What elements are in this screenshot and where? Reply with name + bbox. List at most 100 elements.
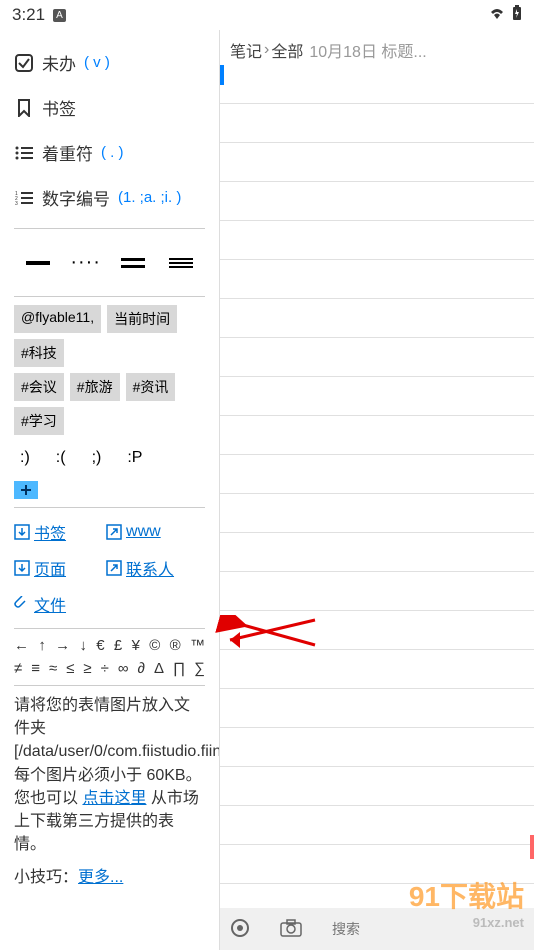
hr-styles-row: ····: [14, 237, 205, 288]
tip-label: 小技巧：: [14, 869, 78, 886]
hr-triple[interactable]: [166, 251, 196, 274]
emoji-smile[interactable]: :): [14, 445, 36, 471]
link-more[interactable]: 更多...: [78, 869, 123, 886]
symbol[interactable]: ≠: [14, 660, 22, 677]
sidebar-item-label: 着重符: [42, 140, 93, 165]
link-page[interactable]: 页面: [14, 556, 66, 580]
symbol-row-2: ≠ ≡ ≈ ≤ ≥ ÷ ∞ ∂ Δ ∏ ∑: [14, 660, 205, 677]
battery-icon: [512, 5, 522, 26]
list-icon: [14, 143, 34, 163]
watermark: 91下载站 91xz.net: [409, 875, 524, 930]
symbol[interactable]: ≤: [66, 660, 74, 677]
link-label: 书签: [34, 520, 66, 544]
active-indicator: [220, 65, 224, 85]
sidebar-item-label: 书签: [42, 95, 76, 120]
link-label: 文件: [34, 592, 66, 616]
attachment-icon: [14, 596, 30, 612]
plus-icon: [20, 484, 32, 496]
camera-icon[interactable]: [280, 919, 302, 940]
symbol[interactable]: ™: [190, 637, 205, 654]
sidebar-item-suffix: ( v ): [84, 54, 110, 71]
symbol[interactable]: ∞: [118, 660, 129, 677]
divider: [14, 228, 205, 229]
symbol[interactable]: ®: [170, 637, 181, 654]
checkbox-icon: [14, 53, 34, 73]
symbol[interactable]: Δ: [154, 660, 164, 677]
link-label: www: [126, 523, 161, 541]
emoji-sad[interactable]: :(: [50, 445, 72, 471]
symbol[interactable]: →: [55, 637, 70, 654]
hr-double[interactable]: [118, 251, 148, 274]
wifi-icon: [488, 5, 506, 25]
emoji-row: :) :( ;) :P: [14, 445, 205, 471]
breadcrumb-separator: ›: [264, 41, 269, 59]
emoji-wink[interactable]: ;): [86, 445, 108, 471]
tip-text: 小技巧：更多...: [14, 866, 205, 889]
sidebar-item-emphasis[interactable]: 着重符 ( . ): [14, 130, 205, 175]
symbol[interactable]: ÷: [101, 660, 109, 677]
tag-news[interactable]: #资讯: [126, 373, 176, 401]
hr-solid[interactable]: [23, 251, 53, 274]
breadcrumb-all[interactable]: 全部: [271, 38, 303, 62]
arrow-down-box-icon: [14, 524, 30, 540]
hr-dotted[interactable]: ····: [71, 251, 101, 274]
symbol[interactable]: ←: [14, 637, 29, 654]
symbol[interactable]: ∏: [173, 660, 185, 677]
symbol[interactable]: £: [114, 637, 122, 654]
tag-row-2: #会议 #旅游 #资讯 #学习: [14, 373, 205, 435]
symbol[interactable]: ≥: [83, 660, 91, 677]
content-header: 笔记 › 全部 10月18日 标题...: [220, 30, 534, 70]
svg-text:3: 3: [15, 201, 18, 205]
emotion-info-text: 请将您的表情图片放入文件夹 [/data/user/0/com.fiistudi…: [14, 694, 205, 856]
tag-meeting[interactable]: #会议: [14, 373, 64, 401]
symbol[interactable]: ©: [149, 637, 160, 654]
breadcrumb-notes[interactable]: 笔记: [230, 38, 262, 62]
sidebar-item-suffix: (1. ;a. ;i. ): [118, 189, 181, 206]
symbol[interactable]: ≈: [49, 660, 57, 677]
symbol[interactable]: ¥: [132, 637, 140, 654]
symbol[interactable]: ∑: [194, 660, 205, 677]
tag-tech[interactable]: #科技: [14, 339, 64, 367]
tag-mention[interactable]: @flyable11,: [14, 305, 101, 333]
link-click-here[interactable]: 点击这里: [82, 790, 146, 807]
tag-row-1: @flyable11, 当前时间 #科技: [14, 305, 205, 367]
tag-study[interactable]: #学习: [14, 407, 64, 435]
link-contact[interactable]: 联系人: [106, 556, 174, 580]
link-www[interactable]: www: [106, 520, 161, 544]
emoji-tongue[interactable]: :P: [121, 445, 148, 471]
symbol[interactable]: ∂: [138, 660, 145, 677]
link-bookmark[interactable]: 书签: [14, 520, 66, 544]
add-button[interactable]: [14, 481, 38, 499]
watermark-sub: 91xz.net: [409, 915, 524, 930]
circle-tool-icon[interactable]: [230, 918, 250, 941]
sidebar-item-numbering[interactable]: 123 数字编号 (1. ;a. ;i. ): [14, 175, 205, 220]
scroll-indicator: [530, 835, 534, 859]
status-indicator-icon: A: [53, 9, 66, 22]
watermark-main: 91下载站: [409, 881, 524, 912]
link-file[interactable]: 文件: [14, 592, 66, 616]
tag-time[interactable]: 当前时间: [107, 305, 177, 333]
sidebar-item-todo[interactable]: 未办 ( v ): [14, 40, 205, 85]
divider: [14, 507, 205, 508]
sidebar-item-bookmark[interactable]: 书签: [14, 85, 205, 130]
link-label: 联系人: [126, 556, 174, 580]
external-link-icon: [106, 524, 122, 540]
sidebar-item-suffix: ( . ): [101, 144, 124, 161]
arrow-down-box-icon: [14, 560, 30, 576]
tag-travel[interactable]: #旅游: [70, 373, 120, 401]
divider: [14, 296, 205, 297]
symbol[interactable]: ↓: [79, 637, 87, 654]
symbol[interactable]: ≡: [31, 660, 40, 677]
link-label: 页面: [34, 556, 66, 580]
sidebar-item-label: 未办: [42, 50, 76, 75]
symbol[interactable]: €: [96, 637, 104, 654]
numbered-list-icon: 123: [14, 188, 34, 208]
note-content-area[interactable]: 笔记 › 全部 10月18日 标题... 91下载站 91xz.net: [220, 30, 534, 950]
sidebar-item-label: 数字编号: [42, 185, 110, 210]
sidebar: 未办 ( v ) 书签 着重符 ( . ) 123 数字编号 (1. ;a. ;…: [0, 30, 220, 950]
note-title-placeholder[interactable]: 10月18日 标题...: [309, 38, 426, 62]
bookmark-icon: [14, 98, 34, 118]
symbol-row-1: ← ↑ → ↓ € £ ¥ © ® ™: [14, 637, 205, 654]
divider: [14, 628, 205, 629]
symbol[interactable]: ↑: [38, 637, 46, 654]
